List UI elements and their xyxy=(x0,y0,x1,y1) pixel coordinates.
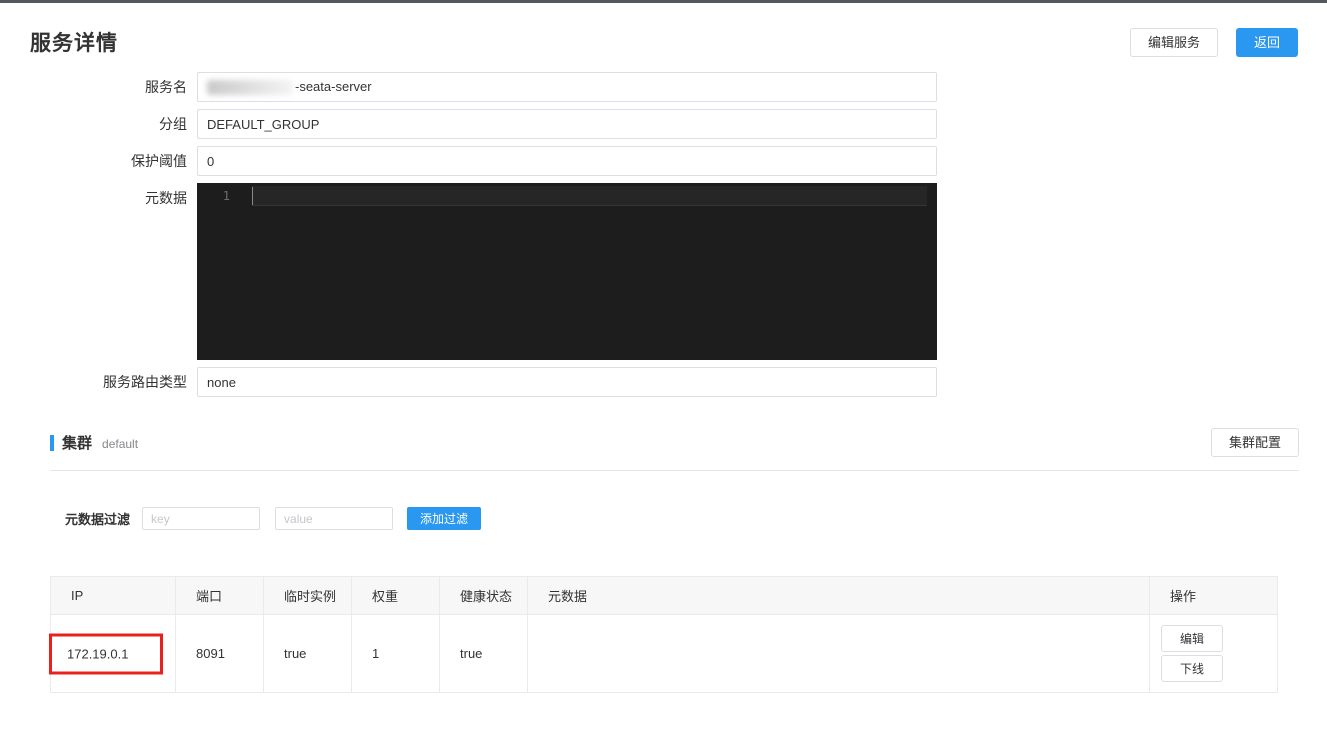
protect-threshold-row: 保护阈值 xyxy=(30,146,1298,176)
cluster-section-header: 集群 default 集群配置 xyxy=(50,428,1299,457)
column-header-healthy: 健康状态 xyxy=(439,576,528,615)
filter-key-input[interactable] xyxy=(142,507,261,530)
service-name-label: 服务名 xyxy=(145,79,187,95)
instances-table-container: IP 端口 临时实例 权重 健康状态 元数据 操作 172.19.0.1 809… xyxy=(49,576,1299,693)
instance-offline-button[interactable]: 下线 xyxy=(1161,655,1223,682)
add-filter-button[interactable]: 添加过滤 xyxy=(407,507,482,530)
instance-weight: 1 xyxy=(351,614,440,693)
cluster-section: 集群 default 集群配置 元数据过滤 添加过滤 IP xyxy=(49,428,1299,693)
header-actions: 编辑服务 返回 xyxy=(1129,28,1298,57)
instances-table: IP 端口 临时实例 权重 健康状态 元数据 操作 172.19.0.1 809… xyxy=(49,576,1278,693)
cluster-title-group: 集群 default xyxy=(50,432,138,453)
service-name-row: 服务名 -seata-server xyxy=(30,72,1298,102)
operations-buttons: 编辑 下线 xyxy=(1150,625,1277,682)
column-header-port: 端口 xyxy=(175,576,264,615)
column-header-metadata: 元数据 xyxy=(527,576,1150,615)
page-title: 服务详情 xyxy=(30,32,118,55)
service-detail-page: 服务详情 编辑服务 返回 服务名 -seata-server 分组 保护阈值 元… xyxy=(0,27,1327,693)
metadata-filter-row: 元数据过滤 添加过滤 xyxy=(65,507,1299,530)
route-type-label: 服务路由类型 xyxy=(103,374,187,390)
instance-healthy: true xyxy=(439,614,528,693)
table-header-row: IP 端口 临时实例 权重 健康状态 元数据 操作 xyxy=(50,576,1278,615)
column-header-ip: IP xyxy=(50,576,176,615)
editor-line-number: 1 xyxy=(222,189,230,203)
redacted-service-name-prefix xyxy=(207,79,293,95)
service-name-value: -seata-server xyxy=(295,79,372,94)
table-row: 172.19.0.1 8091 true 1 true 编辑 下线 xyxy=(49,614,1278,693)
editor-cursor xyxy=(252,187,253,205)
page-header: 服务详情 编辑服务 返回 xyxy=(30,27,1298,57)
operations-cell: 编辑 下线 xyxy=(1149,614,1278,693)
top-edge-divider xyxy=(0,0,1327,3)
red-annotation-box: 172.19.0.1 xyxy=(49,633,163,674)
instance-ip: 172.19.0.1 xyxy=(67,646,129,661)
section-divider xyxy=(50,470,1299,471)
cluster-section-title: 集群 xyxy=(62,435,93,452)
column-header-operations: 操作 xyxy=(1149,576,1278,615)
cluster-name-text: default xyxy=(102,436,139,451)
group-input[interactable] xyxy=(197,109,937,139)
protect-threshold-label: 保护阈值 xyxy=(131,153,187,169)
instance-ephemeral: true xyxy=(263,614,352,693)
ip-cell: 172.19.0.1 xyxy=(49,614,176,693)
edit-service-button[interactable]: 编辑服务 xyxy=(1129,28,1218,57)
editor-gutter: 1 xyxy=(197,183,252,360)
editor-current-line-highlight xyxy=(252,186,927,206)
section-accent-bar xyxy=(50,434,54,451)
service-detail-form: 服务名 -seata-server 分组 保护阈值 元数据 1 xyxy=(30,72,1298,397)
metadata-label: 元数据 xyxy=(145,190,187,206)
route-type-input[interactable] xyxy=(197,367,937,397)
instance-edit-button[interactable]: 编辑 xyxy=(1161,625,1223,652)
group-row: 分组 xyxy=(30,109,1298,139)
instance-port: 8091 xyxy=(175,614,264,693)
protect-threshold-input[interactable] xyxy=(197,146,937,176)
group-label: 分组 xyxy=(159,116,187,132)
metadata-filter-label: 元数据过滤 xyxy=(65,512,131,527)
metadata-code-editor[interactable]: 1 xyxy=(197,183,937,360)
route-type-row: 服务路由类型 xyxy=(30,367,1298,397)
cluster-config-button[interactable]: 集群配置 xyxy=(1210,428,1299,457)
service-name-field[interactable]: -seata-server xyxy=(197,72,937,102)
filter-value-input[interactable] xyxy=(275,507,394,530)
back-button[interactable]: 返回 xyxy=(1235,28,1298,57)
instance-metadata xyxy=(527,614,1150,693)
column-header-weight: 权重 xyxy=(351,576,440,615)
metadata-row: 元数据 1 xyxy=(30,183,1298,360)
column-header-ephemeral: 临时实例 xyxy=(263,576,352,615)
